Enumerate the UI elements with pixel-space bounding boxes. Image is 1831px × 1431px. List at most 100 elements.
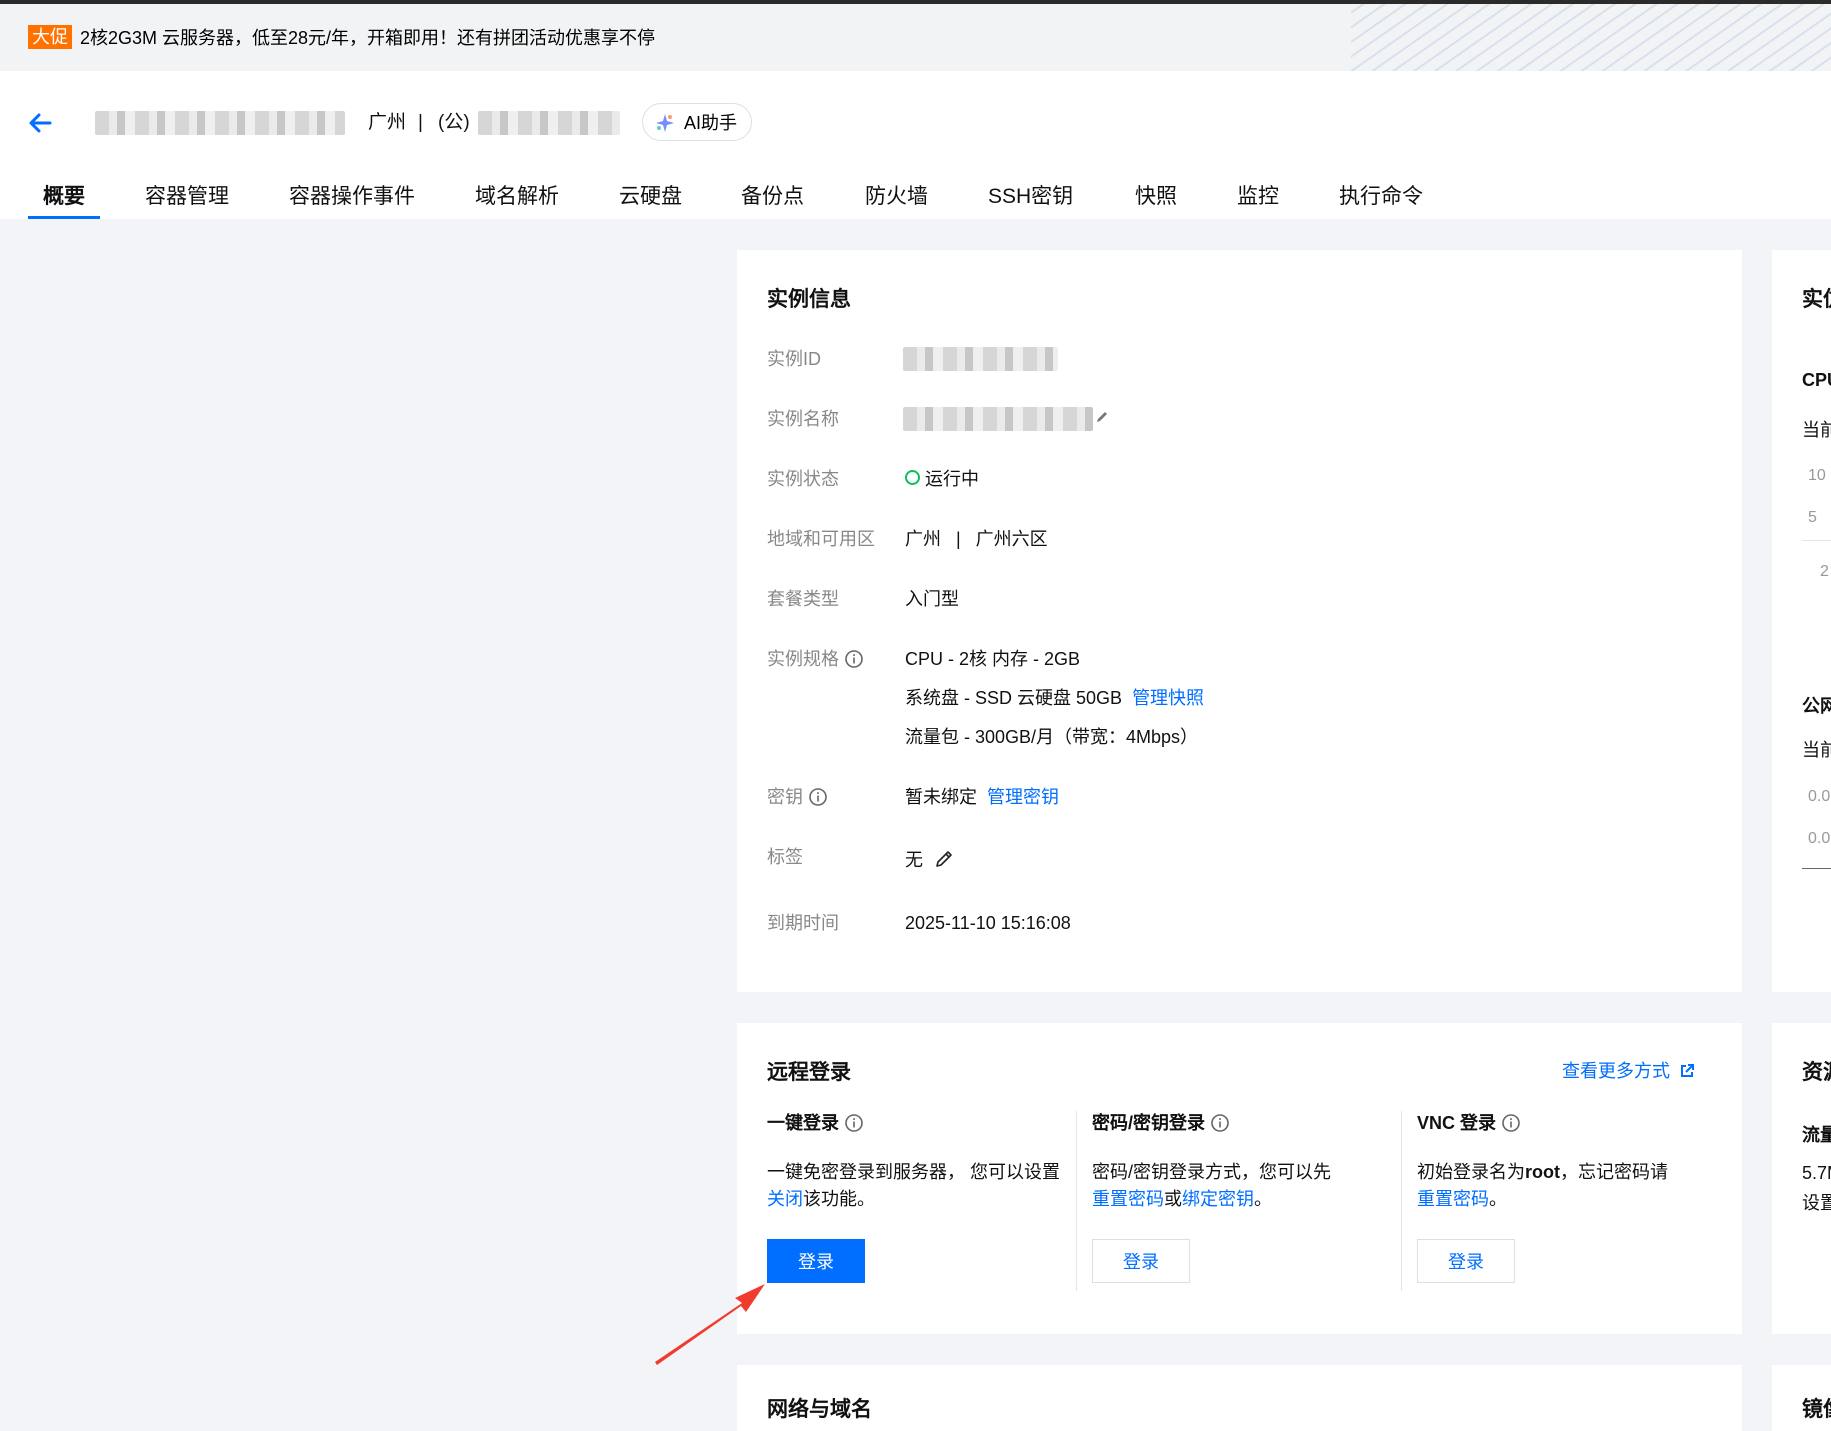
edit-name-icon[interactable] (1095, 410, 1109, 424)
monitor-card-title: 实仿 (1802, 288, 1831, 311)
label-spec-text: 实例规格 (767, 649, 839, 669)
manage-key-link[interactable]: 管理密钥 (987, 787, 1059, 807)
tab-cloud-disk[interactable]: 云硬盘 (619, 183, 682, 211)
traffic-setting-link[interactable]: 设置 (1802, 1189, 1831, 1215)
public-net-label: 公网 (1802, 696, 1831, 716)
vnc-login-desc: 初始登录名为root，忘记密码请 重置密码。 (1417, 1159, 1717, 1213)
vnc-root-user: root (1525, 1162, 1560, 1182)
resource-card-title: 资源 (1802, 1061, 1831, 1084)
active-tab-indicator (28, 216, 100, 219)
more-methods-text: 查看更多方式 (1562, 1061, 1670, 1081)
cpu-chart-line (1802, 540, 1831, 541)
cpu-tick-5: 5 (1808, 509, 1817, 526)
spec-info-icon[interactable] (845, 650, 863, 668)
reset-password-link[interactable]: 重置密码 (1092, 1189, 1164, 1209)
vnc-login-title: VNC 登录 (1417, 1111, 1520, 1135)
key-value-text: 暂未绑定 (905, 787, 977, 807)
tags-value-text: 无 (905, 850, 923, 870)
bundle-value: 入门型 (905, 589, 959, 609)
tab-container-events[interactable]: 容器操作事件 (289, 183, 415, 211)
vnc-login-button[interactable]: 登录 (1417, 1239, 1515, 1283)
tab-dns[interactable]: 域名解析 (475, 183, 559, 211)
tab-monitor[interactable]: 监控 (1237, 183, 1279, 211)
ai-button-label: AI助手 (684, 113, 738, 133)
one-click-desc-1: 一键免密登录到服务器， 您可以设置 (767, 1162, 1060, 1182)
password-login-title-text: 密码/密钥登录 (1092, 1113, 1206, 1133)
key-info-icon[interactable] (809, 788, 827, 806)
promo-banner[interactable]: 大促 2核2G3M 云服务器，低至28元/年，开箱即用！还有拼团活动优惠享不停 (0, 4, 1831, 71)
password-desc-1: 密码/密钥登录方式，您可以先 (1092, 1162, 1331, 1182)
ip-address-redacted (478, 111, 620, 135)
vnc-desc-3: 。 (1489, 1189, 1507, 1209)
tags-value: 无 (905, 848, 954, 872)
password-info-icon[interactable] (1211, 1114, 1229, 1132)
running-status-icon (905, 470, 920, 485)
password-login-button[interactable]: 登录 (1092, 1239, 1190, 1283)
cpu-label: CPU (1802, 370, 1831, 390)
promo-text[interactable]: 2核2G3M 云服务器，低至28元/年，开箱即用！还有拼团活动优惠享不停 (80, 26, 655, 50)
tab-bar: 概要 容器管理 容器操作事件 域名解析 云硬盘 备份点 防火墙 SSH密钥 快照… (0, 171, 1831, 219)
spec-disk: 系统盘 - SSD 云硬盘 50GB 管理快照 (905, 686, 1204, 710)
divider-1 (1076, 1111, 1077, 1291)
vnc-reset-password-link[interactable]: 重置密码 (1417, 1189, 1489, 1209)
header-separator: | (418, 112, 423, 133)
password-login-title: 密码/密钥登录 (1092, 1111, 1229, 1135)
edit-tags-icon[interactable] (934, 849, 954, 869)
disable-one-click-link[interactable]: 关闭 (767, 1189, 803, 1209)
net-chart-axis (1802, 868, 1831, 869)
cpu-tick-2: 2 (1820, 563, 1829, 580)
image-card-title: 镜像 (1802, 1398, 1831, 1421)
password-login-desc: 密码/密钥登录方式，您可以先 重置密码或绑定密钥。 (1092, 1159, 1392, 1213)
cpu-tick-10: 10 (1808, 467, 1826, 484)
instance-name-value-redacted (903, 407, 1093, 431)
label-bundle: 套餐类型 (767, 589, 839, 609)
divider-2 (1401, 1111, 1402, 1291)
tab-snapshot[interactable]: 快照 (1135, 183, 1177, 211)
spec-cpu-mem: CPU - 2核 内存 - 2GB (905, 649, 1081, 669)
region-value: 广州 | 广州六区 (905, 529, 1048, 549)
net-tick-1: 0.0 (1808, 788, 1831, 805)
tab-container-management[interactable]: 容器管理 (145, 183, 229, 211)
one-click-info-icon[interactable] (845, 1114, 863, 1132)
external-link-icon (1681, 1064, 1695, 1077)
one-click-title-text: 一键登录 (767, 1113, 839, 1133)
expire-value: 2025-11-10 15:16:08 (905, 913, 1071, 933)
remote-login-card: 远程登录 查看更多方式 一键登录 一键免密登录到服务器， 您可以设置 关闭该功能。… (737, 1023, 1742, 1334)
label-expire: 到期时间 (767, 913, 839, 933)
label-instance-name: 实例名称 (767, 409, 839, 429)
label-key: 密钥 (767, 785, 827, 809)
instance-status-text: 运行中 (925, 469, 979, 489)
banner-decoration (1351, 4, 1831, 71)
more-methods-link[interactable]: 查看更多方式 (1562, 1057, 1695, 1083)
key-value: 暂未绑定 管理密钥 (905, 785, 1059, 809)
vnc-desc-1: 初始登录名为 (1417, 1162, 1525, 1182)
net-tick-2: 0.0 (1808, 830, 1831, 847)
header-ip-prefix: (公) (438, 112, 470, 133)
instance-id-redacted (903, 347, 1058, 371)
tab-backup[interactable]: 备份点 (741, 183, 804, 211)
network-card: 网络与域名 (737, 1365, 1742, 1431)
label-region: 地域和可用区 (767, 529, 875, 549)
tab-firewall[interactable]: 防火墙 (865, 183, 928, 211)
ai-assistant-button[interactable]: AI助手 (642, 103, 752, 141)
label-instance-id: 实例ID (767, 349, 821, 369)
one-click-login-button[interactable]: 登录 (767, 1239, 865, 1283)
label-key-text: 密钥 (767, 787, 803, 807)
tab-overview[interactable]: 概要 (43, 183, 85, 211)
vnc-info-icon[interactable] (1502, 1114, 1520, 1132)
password-desc-3: 。 (1254, 1189, 1272, 1209)
network-title: 网络与域名 (767, 1398, 872, 1421)
spec-disk-text: 系统盘 - SSD 云硬盘 50GB (905, 688, 1123, 708)
back-arrow-icon[interactable] (26, 109, 54, 137)
tab-run-command[interactable]: 执行命令 (1339, 183, 1423, 211)
one-click-desc: 一键免密登录到服务器， 您可以设置 关闭该功能。 (767, 1159, 1067, 1213)
label-instance-status: 实例状态 (767, 469, 839, 489)
instance-status: 运行中 (905, 467, 979, 491)
bind-key-link[interactable]: 绑定密钥 (1182, 1189, 1254, 1209)
tab-ssh-key[interactable]: SSH密钥 (988, 183, 1073, 211)
traffic-value: 5.7M (1802, 1163, 1831, 1183)
spec-traffic: 流量包 - 300GB/月（带宽：4Mbps） (905, 727, 1199, 747)
label-tags: 标签 (767, 847, 803, 867)
header-region: 广州 (368, 112, 407, 133)
manage-snapshot-link[interactable]: 管理快照 (1132, 688, 1204, 708)
